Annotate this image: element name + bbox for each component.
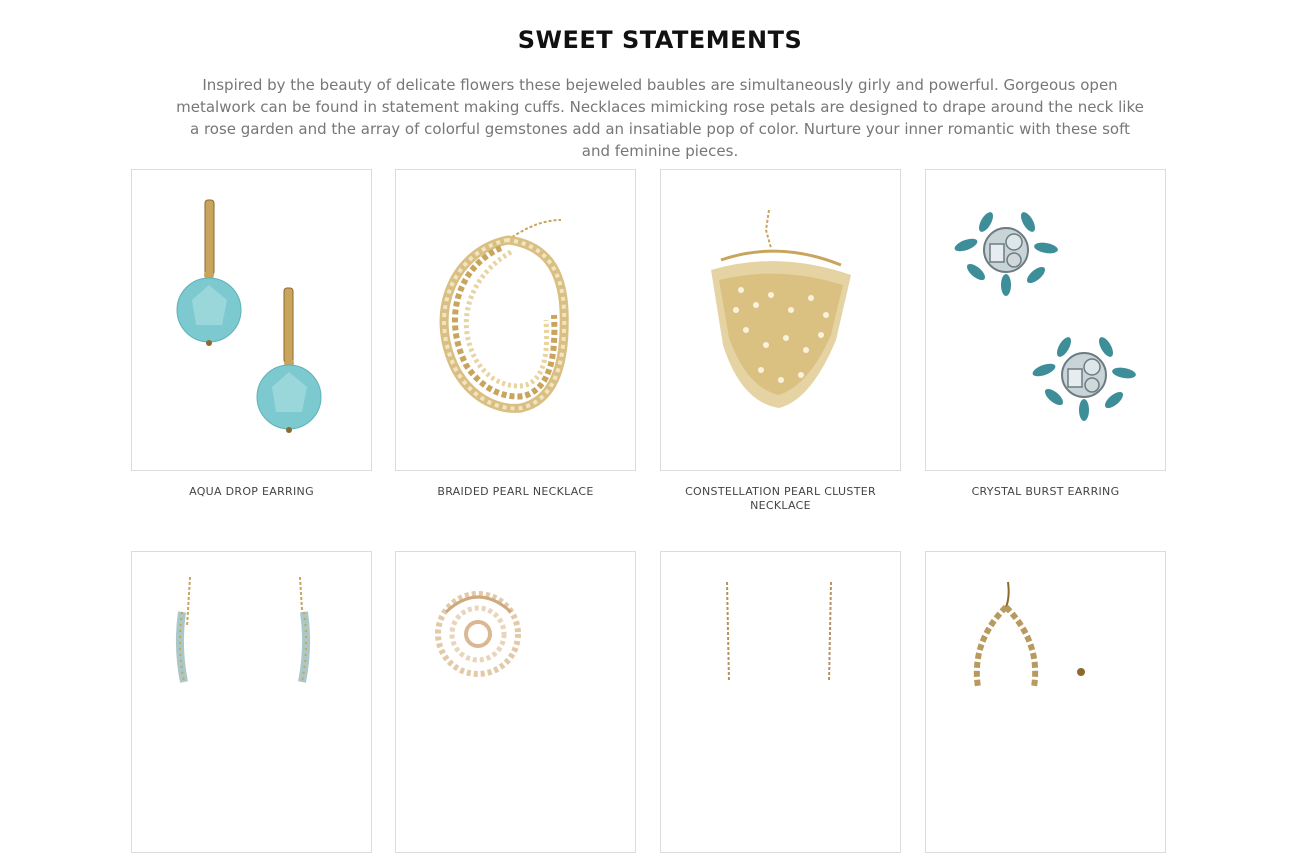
product-image[interactable]: [660, 169, 901, 471]
product-card-braided-pearl-necklace[interactable]: BRAIDED PEARL NECKLACE: [395, 169, 636, 499]
collection-description: Inspired by the beauty of delicate flowe…: [176, 76, 1144, 160]
constellation-necklace-icon: [711, 209, 851, 408]
braided-pearl-necklace-icon: [439, 219, 569, 413]
product-image[interactable]: [395, 551, 636, 853]
product-image[interactable]: [131, 169, 372, 471]
product-name[interactable]: BRAIDED PEARL NECKLACE: [395, 485, 636, 499]
product-name[interactable]: CRYSTAL BURST EARRING: [925, 485, 1166, 499]
product-card-gold-leaf-hoop-earring[interactable]: [925, 551, 1166, 867]
product-card-chain-drop-earring[interactable]: [660, 551, 901, 867]
product-card-crystal-rose-ring[interactable]: [395, 551, 636, 867]
product-image[interactable]: [131, 551, 372, 853]
leaf-chain-earring-icon: [175, 576, 311, 683]
crystal-burst-earring-icon: [954, 212, 1136, 421]
product-name[interactable]: AQUA DROP EARRING: [131, 485, 372, 499]
product-image[interactable]: [395, 169, 636, 471]
chain-drop-earring-icon: [726, 581, 832, 683]
product-image[interactable]: [925, 169, 1166, 471]
aqua-drop-earring-icon: [176, 199, 322, 433]
product-card-crystal-burst-earring[interactable]: CRYSTAL BURST EARRING: [925, 169, 1166, 499]
product-image[interactable]: [925, 551, 1166, 853]
product-card-constellation-necklace[interactable]: CONSTELLATION PEARL CLUSTER NECKLACE: [660, 169, 901, 513]
product-card-leaf-chain-earring[interactable]: [131, 551, 372, 867]
gold-leaf-hoop-earring-icon: [973, 581, 1085, 688]
crystal-rose-ring-icon: [435, 591, 521, 677]
product-image[interactable]: [660, 551, 901, 853]
product-name[interactable]: CONSTELLATION PEARL CLUSTER NECKLACE: [660, 485, 901, 513]
product-card-aqua-drop-earring[interactable]: AQUA DROP EARRING: [131, 169, 372, 499]
page-title: SWEET STATEMENTS: [517, 26, 803, 54]
